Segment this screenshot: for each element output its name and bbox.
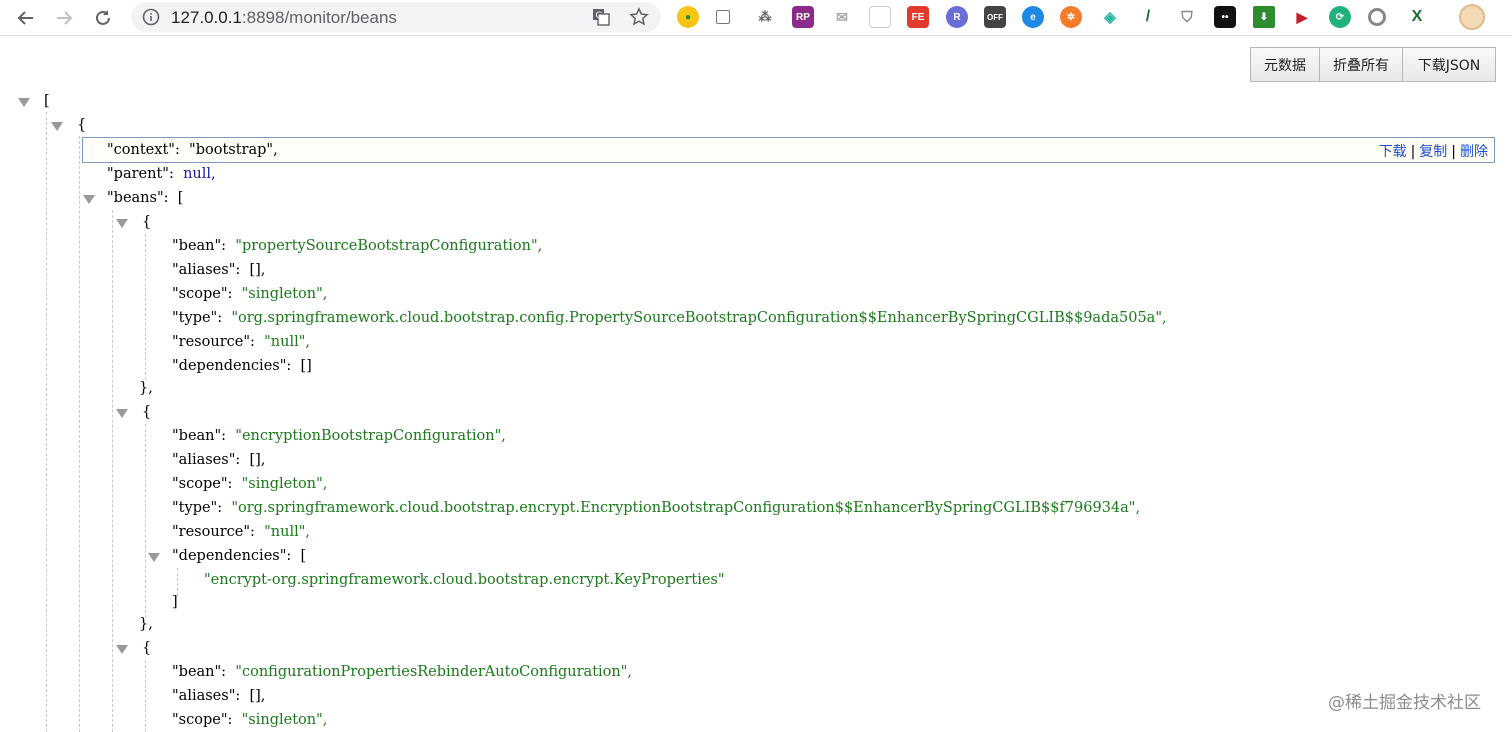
watermark: @稀土掘金技术社区 bbox=[1328, 693, 1481, 713]
json-string: "encryptionBootstrapConfiguration", bbox=[235, 428, 506, 444]
collapse-toggle-icon[interactable] bbox=[51, 122, 63, 131]
json-key: "scope": bbox=[172, 286, 233, 302]
json-key: "bean": bbox=[172, 664, 227, 680]
indent-guide bbox=[145, 424, 146, 618]
json-string: "null", bbox=[264, 334, 311, 350]
collapse-toggle-icon[interactable] bbox=[148, 553, 160, 562]
json-key: "parent": bbox=[107, 166, 174, 182]
json-key: "scope": bbox=[172, 476, 233, 492]
indent-guide bbox=[46, 112, 47, 732]
indent-guide bbox=[145, 660, 146, 732]
json-array: [], bbox=[249, 262, 266, 278]
json-line: { bbox=[142, 401, 151, 423]
json-line: { bbox=[77, 114, 86, 136]
json-array: [] bbox=[300, 358, 312, 374]
json-line: "resource": "null", bbox=[172, 331, 310, 353]
context-line: "context": "bootstrap", bbox=[107, 139, 278, 161]
json-array: [], bbox=[249, 452, 266, 468]
brace: }, bbox=[139, 616, 153, 632]
json-key: "aliases": bbox=[172, 688, 241, 704]
bracket: ] bbox=[172, 594, 178, 610]
json-line: "encrypt-org.springframework.cloud.boots… bbox=[204, 569, 725, 591]
json-tree: [ { 下载 | 复制 | 删除 "context": "bootstrap", "pa… bbox=[0, 0, 1512, 732]
json-line: "bean": "propertySourceBootstrapConfigur… bbox=[172, 235, 542, 257]
indent-guide bbox=[79, 136, 80, 732]
separator: | bbox=[1451, 144, 1456, 160]
collapse-toggle-icon[interactable] bbox=[116, 219, 128, 228]
parent-line: "parent": null, bbox=[107, 163, 216, 185]
row-delete-link[interactable]: 删除 bbox=[1460, 144, 1488, 160]
json-key: "type": bbox=[172, 500, 223, 516]
json-key: "aliases": bbox=[172, 452, 241, 468]
json-line: "scope": "singleton", bbox=[172, 283, 327, 305]
json-key: "scope": bbox=[172, 712, 233, 728]
json-string: "singleton", bbox=[241, 712, 328, 728]
json-line: "dependencies": [ bbox=[172, 545, 306, 567]
json-key: "beans": bbox=[107, 190, 169, 206]
json-key: "resource": bbox=[172, 334, 255, 350]
collapse-toggle-icon[interactable] bbox=[18, 98, 30, 107]
row-copy-link[interactable]: 复制 bbox=[1419, 144, 1447, 160]
json-string: "singleton", bbox=[241, 286, 328, 302]
json-array: [], bbox=[249, 688, 266, 704]
json-line: ] bbox=[172, 591, 178, 613]
brace: { bbox=[142, 404, 152, 420]
json-line: "type": "org.springframework.cloud.boots… bbox=[172, 497, 1140, 519]
json-line: }, bbox=[139, 613, 153, 635]
bracket: [ bbox=[300, 548, 307, 564]
json-line: "aliases": [], bbox=[172, 449, 265, 471]
json-line: { bbox=[142, 637, 151, 659]
indent-guide bbox=[145, 234, 146, 380]
bracket: [ bbox=[177, 190, 184, 206]
json-key: "dependencies": bbox=[172, 548, 292, 564]
collapse-toggle-icon[interactable] bbox=[83, 195, 95, 204]
row-download-link[interactable]: 下载 bbox=[1379, 144, 1407, 160]
collapse-toggle-icon[interactable] bbox=[116, 409, 128, 418]
json-line: "bean": "encryptionBootstrapConfiguratio… bbox=[172, 425, 506, 447]
separator: | bbox=[1410, 144, 1416, 160]
json-key: "bean": bbox=[172, 238, 227, 254]
json-string: "configurationPropertiesRebinderAutoConf… bbox=[235, 664, 633, 680]
json-line: "resource": "null", bbox=[172, 521, 310, 543]
json-string: "null", bbox=[264, 524, 311, 540]
brace: { bbox=[142, 214, 152, 230]
json-key: "context": bbox=[107, 142, 180, 158]
collapse-toggle-icon[interactable] bbox=[116, 645, 128, 654]
json-string: "org.springframework.cloud.bootstrap.enc… bbox=[231, 500, 1141, 516]
json-line: "scope": "singleton", bbox=[172, 709, 327, 731]
bracket: [ bbox=[44, 93, 50, 109]
highlighted-row[interactable]: 下载 | 复制 | 删除 bbox=[82, 137, 1495, 163]
brace: }, bbox=[139, 380, 153, 396]
json-line: "type": "org.springframework.cloud.boots… bbox=[172, 307, 1167, 329]
json-string: "bootstrap", bbox=[189, 142, 278, 158]
json-key: "resource": bbox=[172, 524, 255, 540]
json-string: "encrypt-org.springframework.cloud.boots… bbox=[204, 572, 725, 588]
row-actions: 下载 | 复制 | 删除 bbox=[1379, 141, 1488, 161]
json-string: "org.springframework.cloud.bootstrap.con… bbox=[231, 310, 1167, 326]
json-string: "propertySourceBootstrapConfiguration", bbox=[235, 238, 543, 254]
beans-line: "beans": [ bbox=[107, 187, 183, 209]
json-null: null, bbox=[183, 166, 216, 182]
json-key: "bean": bbox=[172, 428, 227, 444]
json-line: [ bbox=[44, 90, 50, 112]
json-line: "scope": "singleton", bbox=[172, 473, 327, 495]
json-line: "bean": "configurationPropertiesRebinder… bbox=[172, 661, 632, 683]
json-line: { bbox=[142, 211, 151, 233]
brace: { bbox=[77, 117, 87, 133]
json-key: "aliases": bbox=[172, 262, 241, 278]
json-line: "aliases": [], bbox=[172, 685, 265, 707]
json-line: "aliases": [], bbox=[172, 259, 265, 281]
json-line: "dependencies": [] bbox=[172, 355, 312, 377]
brace: { bbox=[142, 640, 152, 656]
json-key: "type": bbox=[172, 310, 223, 326]
indent-guide bbox=[112, 210, 113, 732]
json-key: "dependencies": bbox=[172, 358, 292, 374]
json-string: "singleton", bbox=[241, 476, 328, 492]
json-line: }, bbox=[139, 377, 153, 399]
